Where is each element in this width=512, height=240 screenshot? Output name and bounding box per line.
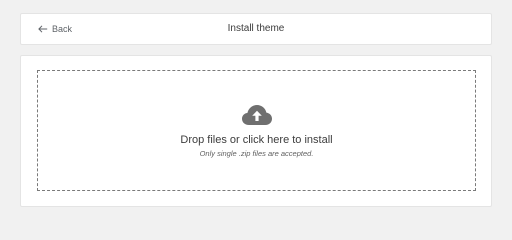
arrow-left-icon [38, 25, 48, 33]
back-label: Back [52, 24, 73, 34]
dropzone-note: Only single .zip files are accepted. [199, 149, 314, 158]
file-dropzone[interactable]: Drop files or click here to install Only… [37, 70, 476, 191]
page-title: Install theme [227, 23, 285, 34]
back-button[interactable]: Back [38, 14, 72, 44]
cloud-upload-icon [241, 105, 272, 125]
dropzone-title: Drop files or click here to install [180, 134, 333, 146]
install-panel: Drop files or click here to install Only… [20, 55, 492, 207]
header-bar: Back Install theme [20, 13, 492, 45]
